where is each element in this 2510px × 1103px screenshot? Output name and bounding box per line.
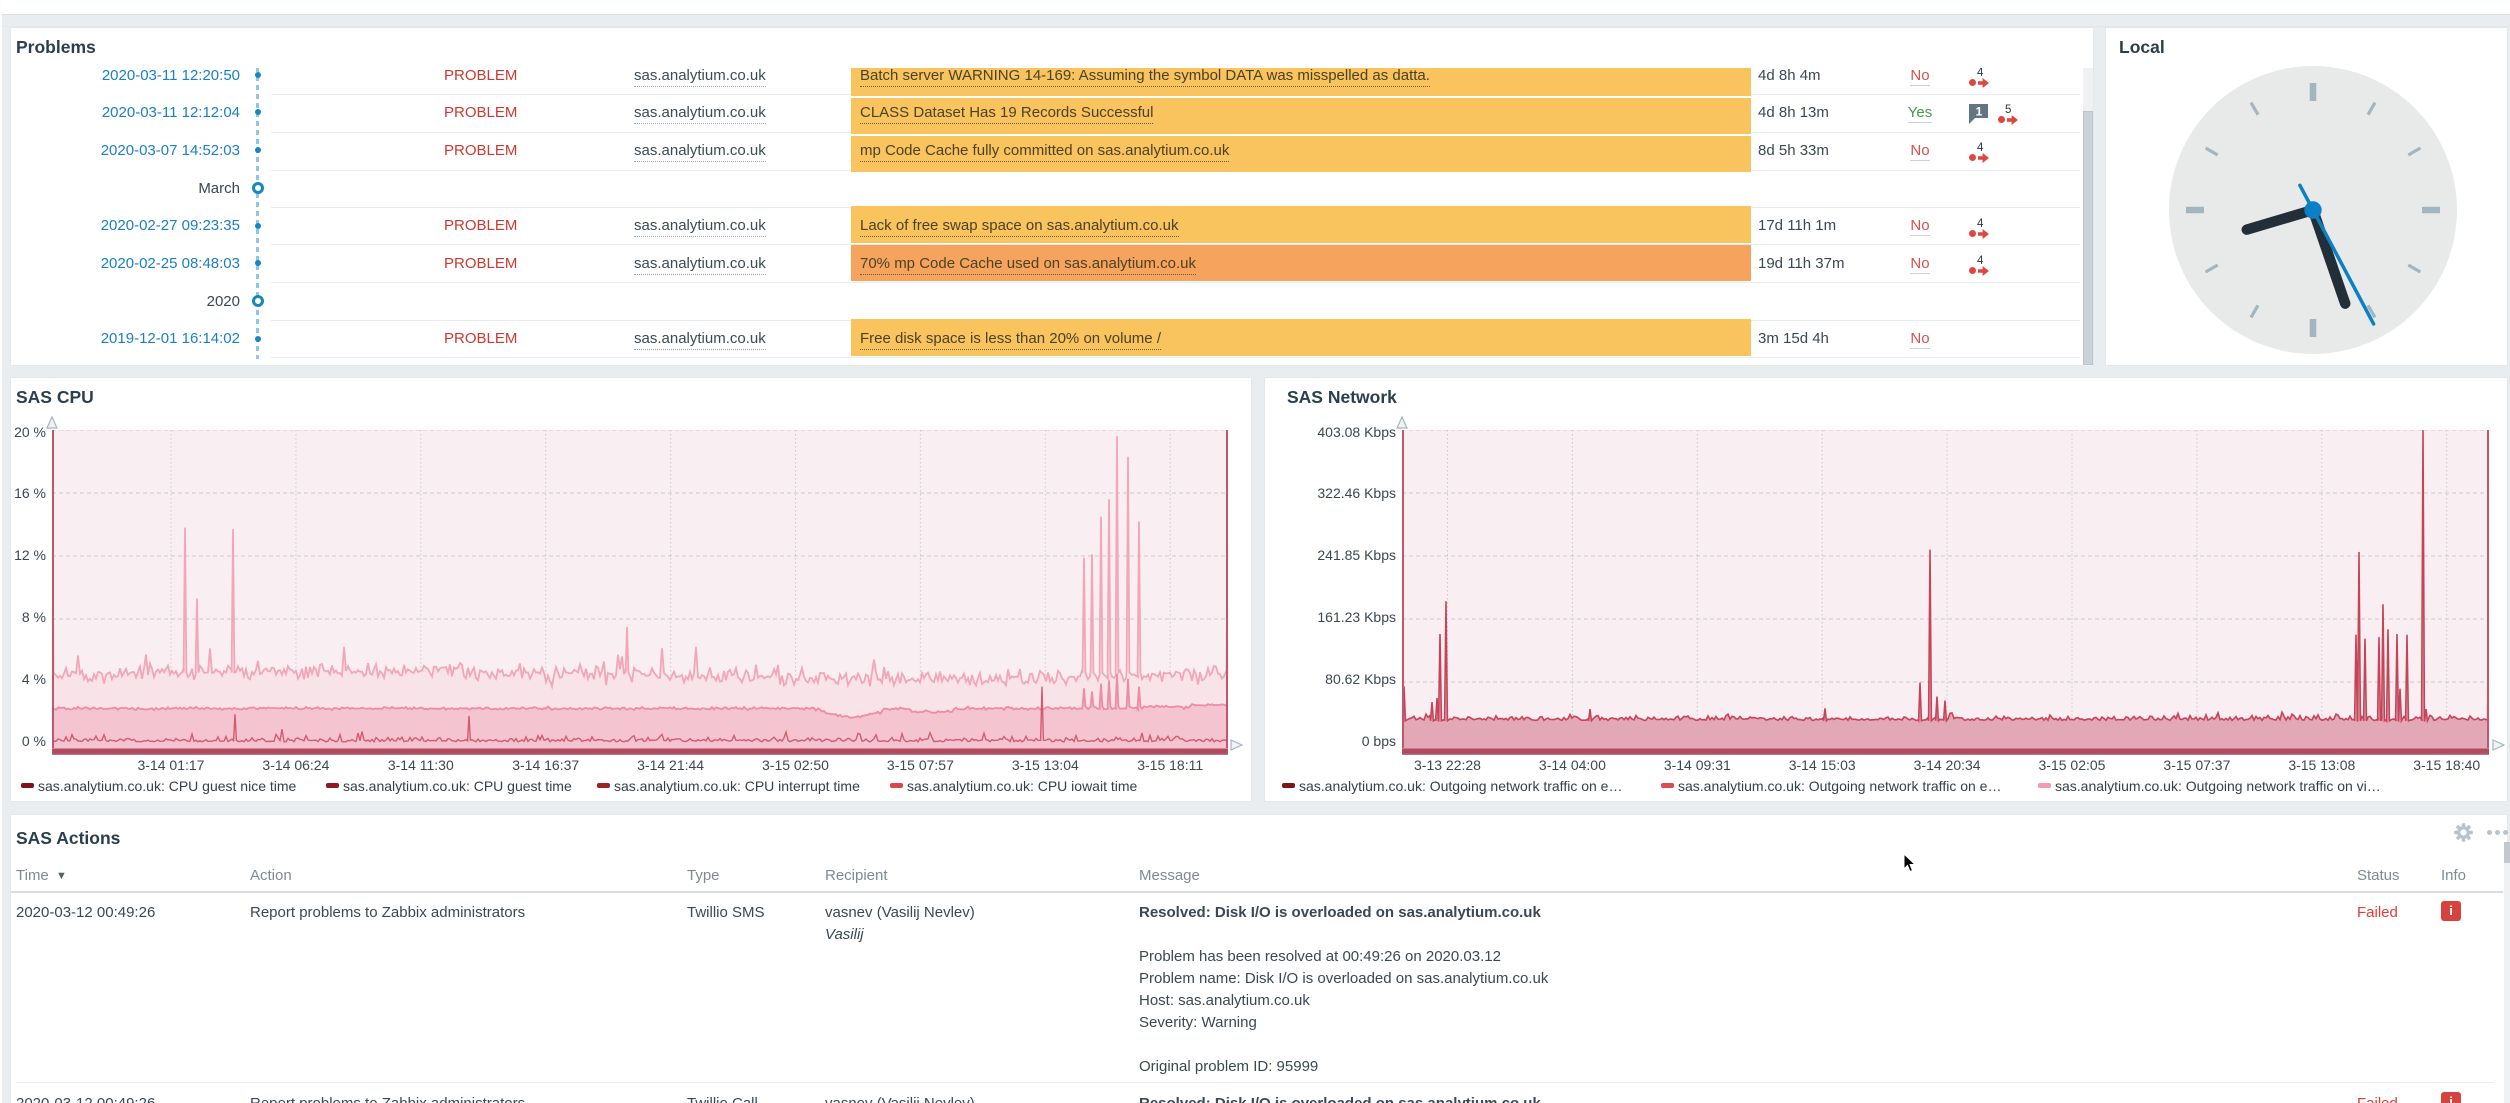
svg-text:1: 1 xyxy=(1976,105,1983,119)
